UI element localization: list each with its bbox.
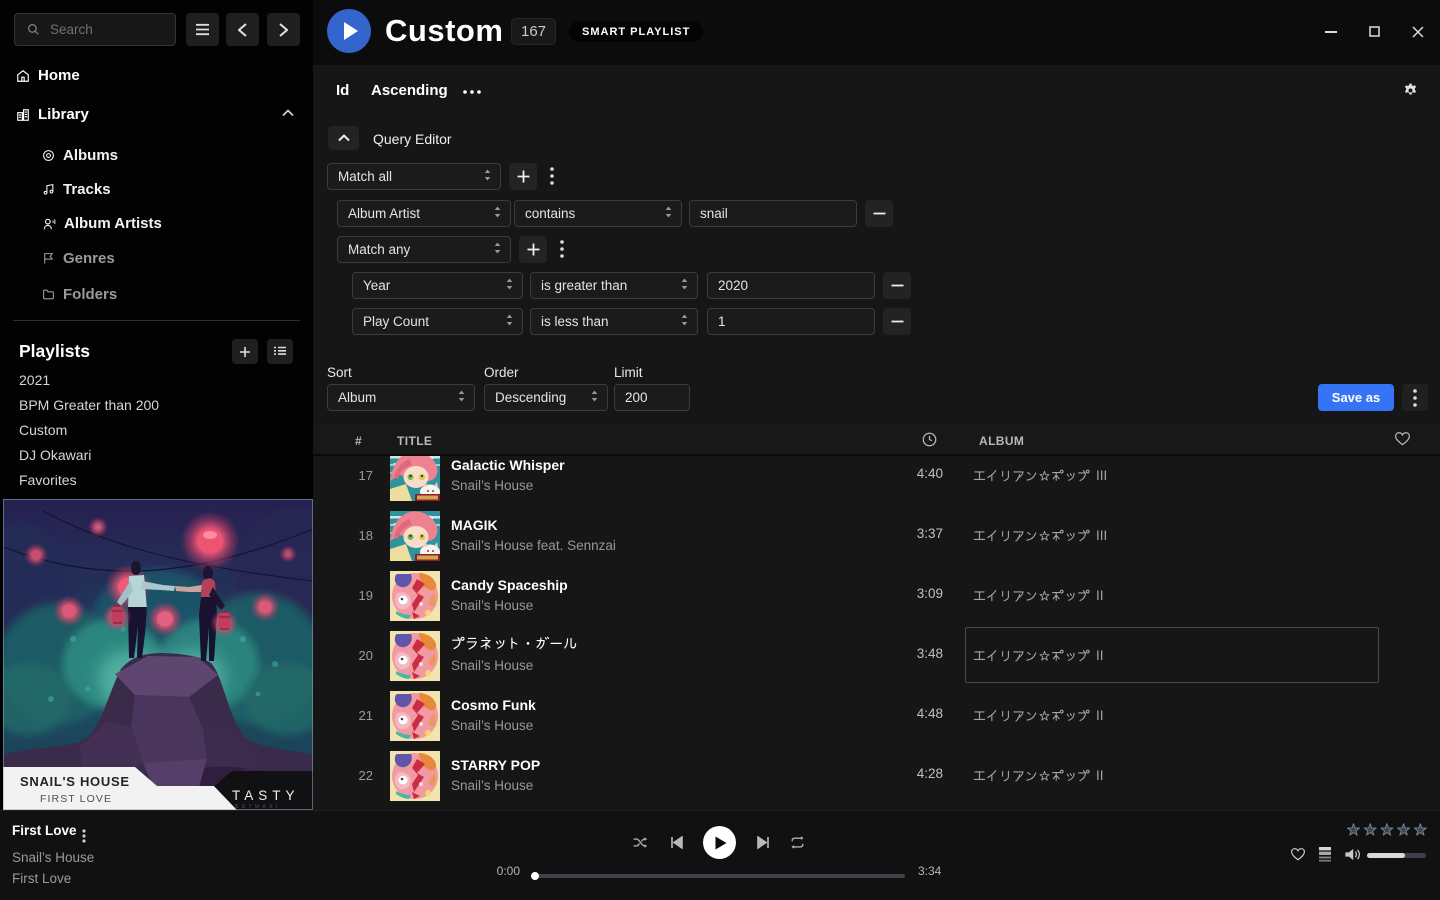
svg-text:FIRST LOVE: FIRST LOVE <box>40 793 112 805</box>
svg-text:SNAIL'S HOUSE: SNAIL'S HOUSE <box>20 774 130 789</box>
svg-text:TASTY: TASTY <box>232 788 300 803</box>
